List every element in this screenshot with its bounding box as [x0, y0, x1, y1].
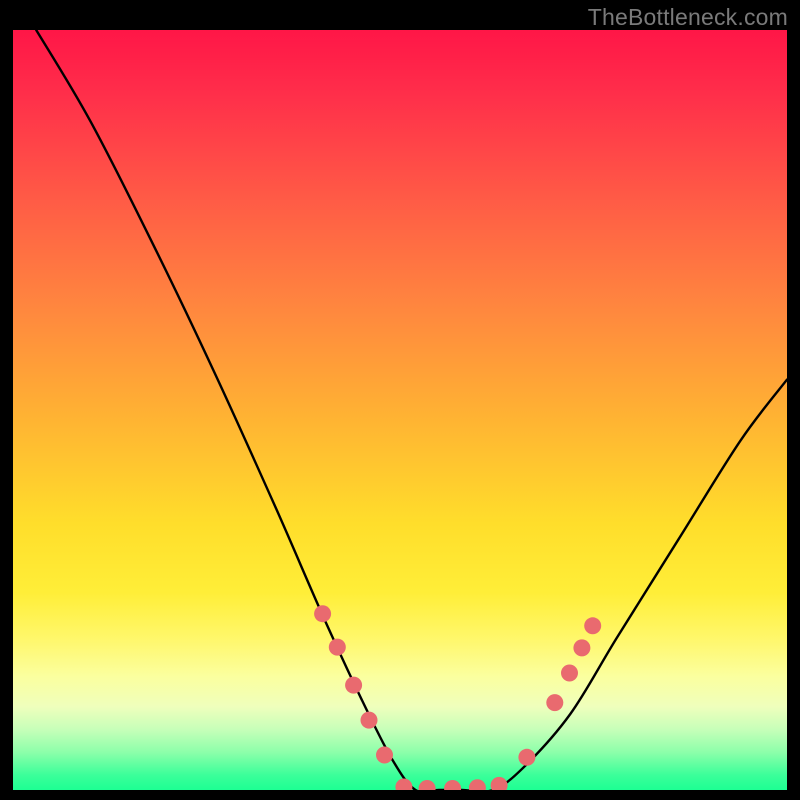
highlight-dot — [518, 749, 535, 766]
plot-area — [13, 30, 787, 790]
highlight-dot — [469, 779, 486, 790]
highlight-dot — [395, 779, 412, 791]
chart-svg — [13, 30, 787, 790]
highlight-dot — [491, 777, 508, 790]
highlight-dot — [561, 665, 578, 682]
highlight-dot — [584, 617, 601, 634]
highlight-dot — [329, 639, 346, 656]
highlight-dot — [376, 747, 393, 764]
curve-layer — [36, 30, 787, 790]
highlight-dot — [419, 780, 436, 790]
highlight-dot — [314, 605, 331, 622]
bottleneck-curve — [36, 30, 787, 790]
highlight-dot — [444, 780, 461, 790]
marker-layer — [314, 605, 601, 790]
highlight-dot — [546, 694, 563, 711]
watermark-text: TheBottleneck.com — [588, 4, 788, 31]
chart-frame: TheBottleneck.com — [0, 0, 800, 800]
highlight-dot — [573, 639, 590, 656]
highlight-dot — [361, 712, 378, 729]
highlight-dot — [345, 677, 362, 694]
